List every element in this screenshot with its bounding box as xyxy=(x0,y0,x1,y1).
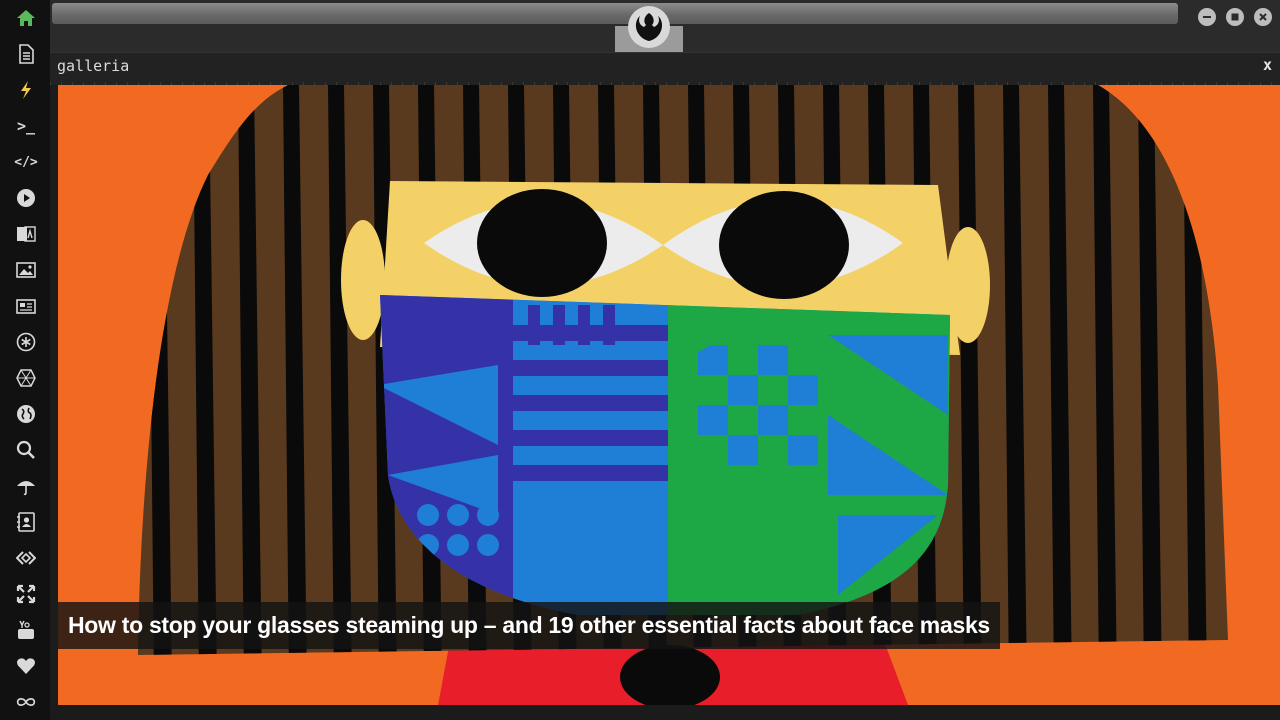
sidebar: >_ </> xyxy=(0,0,50,720)
rebel-logo-icon xyxy=(635,13,663,41)
address-bar[interactable] xyxy=(52,3,1178,24)
sidebar-item-search[interactable] xyxy=(10,437,42,463)
sidebar-item-youtube[interactable] xyxy=(10,617,42,643)
sidebar-item-diamond-code[interactable] xyxy=(10,545,42,571)
caption-text: How to stop your glasses steaming up – a… xyxy=(68,612,990,638)
lightning-icon xyxy=(21,81,31,99)
panel-title: galleria xyxy=(57,57,130,75)
search-icon xyxy=(16,440,35,459)
umbrella-icon xyxy=(17,481,35,496)
home-icon xyxy=(17,10,35,26)
minimize-icon xyxy=(1203,16,1211,18)
contacts-icon xyxy=(17,512,35,532)
globe-icon xyxy=(17,405,35,423)
code-icon: </> xyxy=(14,154,38,170)
panel-close-button[interactable]: x xyxy=(1263,56,1272,74)
sidebar-item-hexagon[interactable] xyxy=(10,365,42,391)
sidebar-item-expand[interactable] xyxy=(10,581,42,607)
sidebar-item-image[interactable] xyxy=(10,257,42,283)
window-close-button[interactable] xyxy=(1254,8,1272,26)
play-icon xyxy=(17,189,35,207)
image-caption[interactable]: How to stop your glasses steaming up – a… xyxy=(58,602,1000,649)
expand-icon xyxy=(16,584,36,604)
terminal-icon: >_ xyxy=(16,117,36,135)
status-strip xyxy=(50,705,1280,720)
heart-icon xyxy=(17,658,35,674)
sidebar-item-news[interactable] xyxy=(10,293,42,319)
title-bar xyxy=(50,0,1280,52)
asterisk-icon xyxy=(16,332,36,352)
diamond-code-icon xyxy=(16,551,36,565)
close-icon xyxy=(1259,13,1267,21)
sidebar-item-terminal[interactable]: >_ xyxy=(10,113,42,139)
hexagon-icon xyxy=(16,369,36,387)
sidebar-item-lightning[interactable] xyxy=(10,77,42,103)
infinity-icon xyxy=(16,698,36,706)
sidebar-item-globe[interactable] xyxy=(10,401,42,427)
gallery-viewer[interactable]: How to stop your glasses steaming up – a… xyxy=(58,85,1280,705)
sidebar-item-translate[interactable] xyxy=(10,221,42,247)
panel-header: galleria x xyxy=(50,52,1280,85)
sidebar-item-contacts[interactable] xyxy=(10,509,42,535)
maximize-button[interactable] xyxy=(1226,8,1244,26)
rebel-alliance-logo xyxy=(628,6,670,48)
sidebar-item-home[interactable] xyxy=(10,5,42,31)
sidebar-item-heart[interactable] xyxy=(10,653,42,679)
sidebar-item-code[interactable]: </> xyxy=(10,149,42,175)
youtube-icon xyxy=(18,620,34,639)
newspaper-icon xyxy=(16,299,36,314)
image-icon xyxy=(16,262,36,278)
maximize-icon xyxy=(1231,13,1239,21)
document-icon xyxy=(19,44,34,64)
sidebar-item-umbrella[interactable] xyxy=(10,473,42,499)
sidebar-item-play[interactable] xyxy=(10,185,42,211)
sidebar-item-document[interactable] xyxy=(10,41,42,67)
sidebar-item-infinity[interactable] xyxy=(10,689,42,715)
translate-icon xyxy=(17,226,36,242)
sidebar-item-asterisk[interactable] xyxy=(10,329,42,355)
minimize-button[interactable] xyxy=(1198,8,1216,26)
